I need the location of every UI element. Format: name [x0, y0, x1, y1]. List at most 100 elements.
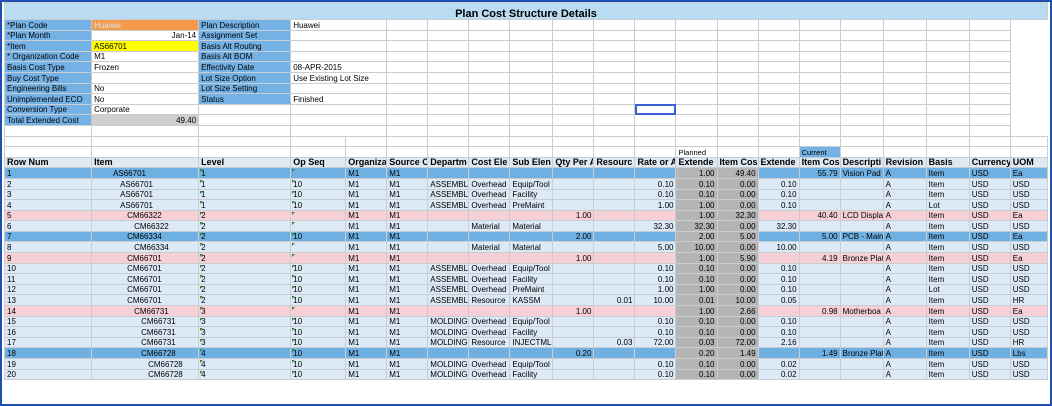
empty-cell[interactable]: [386, 50, 429, 63]
table-cell[interactable]: 0.00: [716, 273, 759, 285]
table-row[interactable]: 16 CM66731 3 10 M1 M1 MOLDING Overhead Facility 0…: [4, 326, 1048, 338]
selected-cell[interactable]: [634, 103, 677, 116]
empty-cell[interactable]: [593, 71, 636, 84]
table-cell[interactable]: Overhead: [468, 326, 511, 338]
table-cell[interactable]: Item: [925, 241, 970, 254]
empty-cell[interactable]: [386, 135, 429, 148]
table-row[interactable]: 10 CM66701 2 10 M1 M1 ASSEMBLY Overhead Equip/To…: [4, 262, 1048, 275]
table-cell[interactable]: A: [882, 358, 927, 370]
table-cell[interactable]: [593, 220, 636, 232]
table-cell[interactable]: 1.00: [675, 305, 718, 317]
table-cell[interactable]: [509, 252, 554, 264]
empty-cell[interactable]: [634, 124, 677, 137]
column-header[interactable]: Item Cos: [716, 156, 759, 169]
empty-cell[interactable]: [427, 82, 470, 95]
column-header[interactable]: Resourc: [593, 156, 636, 169]
table-cell[interactable]: ASSEMBLY: [427, 177, 470, 190]
table-cell[interactable]: 10: [290, 273, 347, 285]
column-header[interactable]: Item Cos: [798, 156, 841, 169]
table-cell[interactable]: USD: [1009, 262, 1048, 275]
table-cell[interactable]: A: [882, 336, 927, 349]
table-cell[interactable]: [468, 209, 511, 222]
column-header[interactable]: Level: [198, 156, 292, 169]
empty-cell[interactable]: [925, 61, 970, 73]
table-cell[interactable]: 0.10: [757, 177, 800, 190]
table-cell[interactable]: Ea: [1009, 230, 1048, 243]
empty-cell[interactable]: [198, 146, 292, 158]
table-cell[interactable]: MOLDING: [427, 358, 470, 370]
table-cell[interactable]: 17: [4, 336, 93, 349]
empty-cell[interactable]: [509, 146, 554, 158]
empty-cell[interactable]: [968, 135, 1011, 148]
table-cell[interactable]: [634, 347, 677, 359]
table-cell[interactable]: [290, 305, 347, 317]
empty-cell[interactable]: [798, 135, 841, 148]
table-cell[interactable]: [839, 294, 884, 307]
empty-cell[interactable]: [427, 135, 470, 148]
table-cell[interactable]: 0.98: [798, 305, 841, 317]
table-cell[interactable]: A: [882, 241, 927, 254]
table-cell[interactable]: 10.00: [716, 294, 759, 307]
table-cell[interactable]: HR: [1009, 294, 1048, 307]
empty-cell[interactable]: [716, 103, 759, 116]
empty-cell[interactable]: [509, 29, 554, 42]
table-cell[interactable]: 0.10: [757, 199, 800, 211]
table-cell[interactable]: 4: [198, 368, 292, 381]
table-cell[interactable]: [593, 241, 636, 254]
table-cell[interactable]: [798, 336, 841, 349]
table-cell[interactable]: 1: [198, 177, 292, 190]
empty-cell[interactable]: [552, 40, 595, 52]
empty-cell[interactable]: [509, 40, 554, 52]
table-cell[interactable]: [552, 283, 595, 296]
table-cell[interactable]: USD: [1009, 199, 1048, 211]
table-cell[interactable]: 2.00: [675, 230, 718, 243]
table-cell[interactable]: [593, 326, 636, 338]
empty-cell[interactable]: [882, 146, 927, 158]
table-cell[interactable]: [593, 305, 636, 317]
table-cell[interactable]: A: [882, 252, 927, 264]
table-cell[interactable]: Item: [925, 188, 970, 201]
empty-cell[interactable]: [1009, 135, 1048, 148]
table-row[interactable]: 18 CM66728 4 10 M1 M1 0.20 0.20 1.49 1.49 Bronze P…: [4, 347, 1048, 359]
table-cell[interactable]: 10: [290, 177, 347, 190]
column-header[interactable]: Op Seq: [290, 156, 347, 169]
empty-cell[interactable]: [757, 82, 800, 95]
field-value[interactable]: No: [91, 93, 200, 105]
table-cell[interactable]: 0.01: [675, 294, 718, 307]
table-cell[interactable]: Equip/Tool: [509, 315, 554, 328]
empty-cell[interactable]: [675, 124, 718, 137]
table-cell[interactable]: USD: [968, 368, 1011, 381]
table-cell[interactable]: 9: [4, 252, 93, 264]
empty-cell[interactable]: [290, 146, 347, 158]
table-cell[interactable]: 20: [4, 368, 93, 381]
table-cell[interactable]: 0.00: [716, 241, 759, 254]
empty-cell[interactable]: [509, 71, 554, 84]
empty-cell[interactable]: [925, 124, 970, 137]
table-cell[interactable]: 2: [198, 252, 292, 264]
table-cell[interactable]: 0.00: [716, 220, 759, 232]
table-cell[interactable]: ASSEMBLY: [427, 199, 470, 211]
empty-cell[interactable]: [427, 124, 470, 137]
empty-cell[interactable]: [925, 93, 970, 105]
table-cell[interactable]: Equip/Tool: [509, 177, 554, 190]
empty-cell[interactable]: [634, 93, 677, 105]
column-header[interactable]: Cost Ele: [468, 156, 511, 169]
field-value[interactable]: [290, 40, 388, 52]
table-cell[interactable]: [509, 209, 554, 222]
table-cell[interactable]: 0.10: [757, 273, 800, 285]
table-cell[interactable]: 5.00: [716, 230, 759, 243]
table-cell[interactable]: 32.30: [675, 220, 718, 232]
table-cell[interactable]: [427, 230, 470, 243]
empty-cell[interactable]: [468, 61, 511, 73]
empty-cell[interactable]: [675, 93, 718, 105]
table-cell[interactable]: USD: [968, 167, 1011, 179]
column-header[interactable]: Qty Per A: [552, 156, 595, 169]
empty-cell[interactable]: [91, 124, 200, 137]
table-cell[interactable]: [839, 315, 884, 328]
table-cell[interactable]: ASSEMBLY: [427, 188, 470, 201]
table-cell[interactable]: M1: [386, 167, 429, 179]
table-cell[interactable]: USD: [968, 241, 1011, 254]
table-cell[interactable]: 12: [4, 283, 93, 296]
empty-cell[interactable]: [468, 71, 511, 84]
table-cell[interactable]: USD: [968, 252, 1011, 264]
